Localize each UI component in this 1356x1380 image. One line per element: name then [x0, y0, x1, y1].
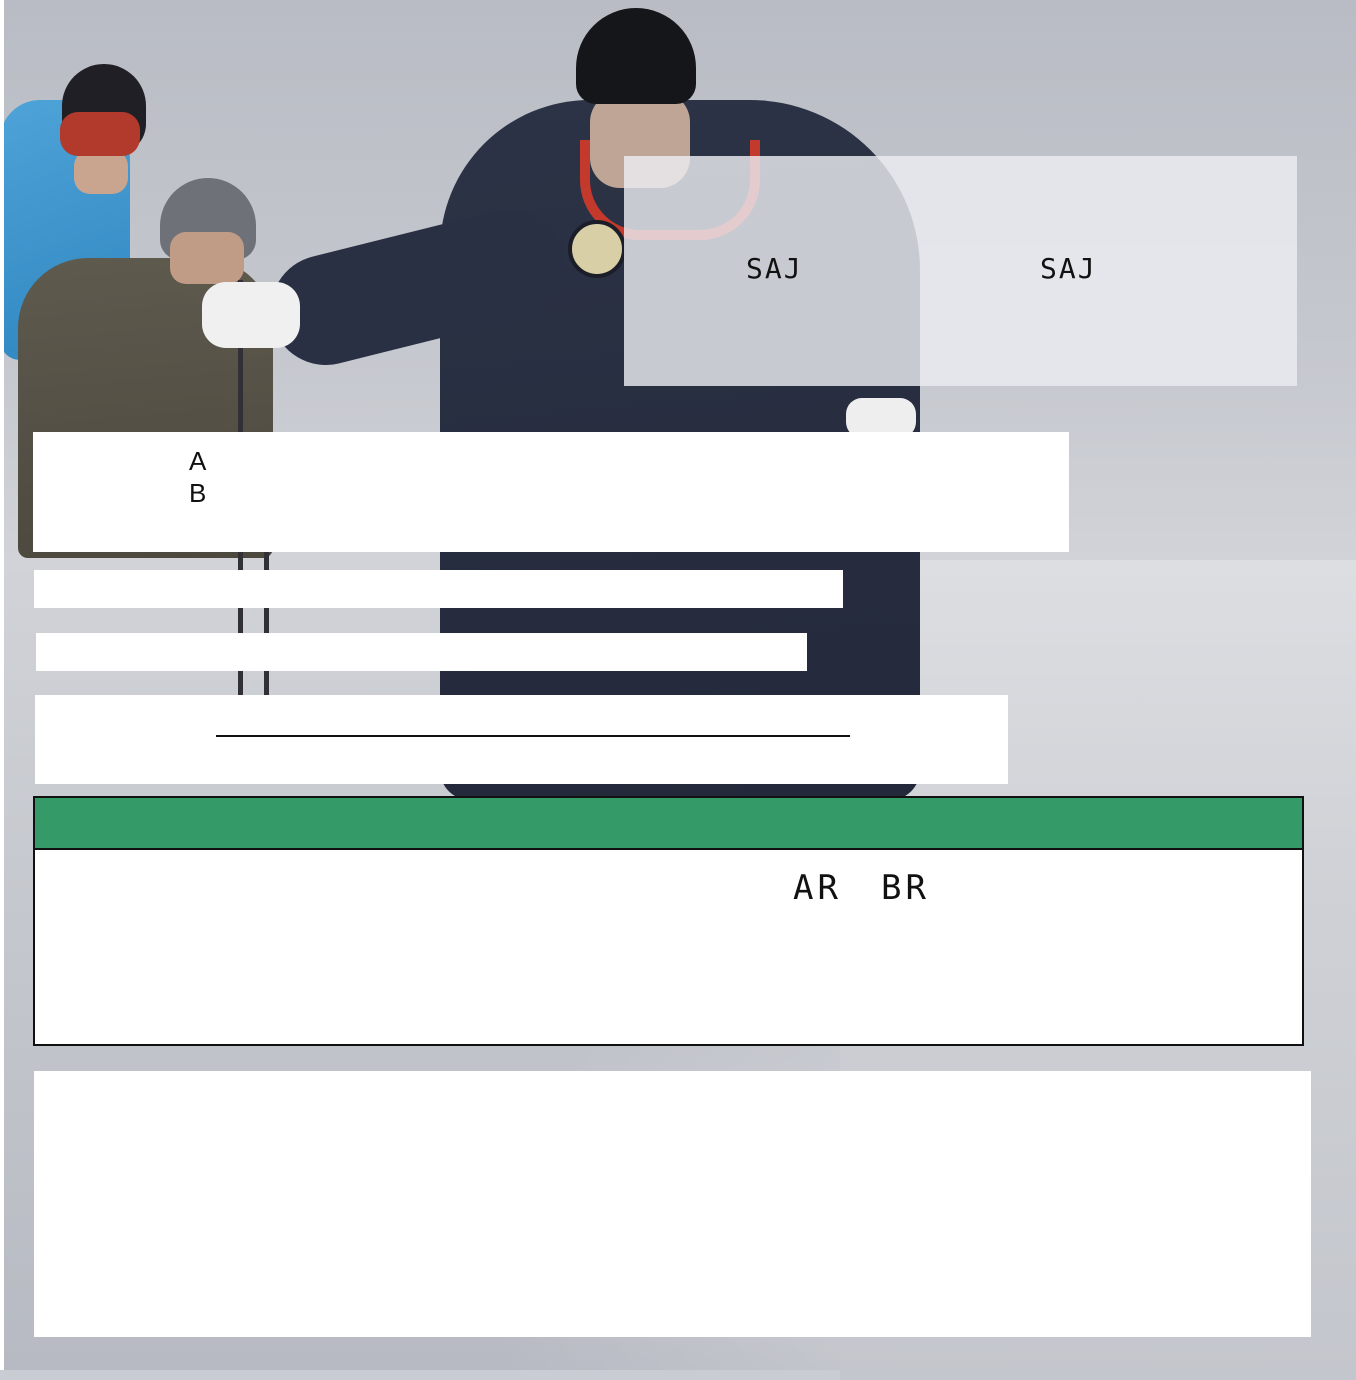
- info-bar: [36, 633, 807, 671]
- level-panel: AR BR: [33, 796, 1304, 1046]
- level-br-label: BR: [881, 868, 930, 908]
- instructor-hat: [576, 8, 696, 104]
- page-edge: [0, 0, 4, 1370]
- skier-blue-goggles: [60, 112, 140, 156]
- course-b-label: B: [189, 478, 207, 508]
- skier-brown-face: [170, 232, 244, 284]
- info-bar: [34, 570, 843, 608]
- level-panel-header: [35, 798, 1302, 850]
- notes-box: [34, 1071, 1311, 1337]
- level-ar-label: AR: [793, 868, 842, 908]
- heading-saj-right: SAJ: [1040, 252, 1097, 285]
- entry-underline: [216, 735, 850, 737]
- heading-panel: SAJ SAJ: [624, 156, 1297, 386]
- heading-saj-left: SAJ: [746, 252, 803, 285]
- skier-blue-face: [74, 150, 128, 194]
- entry-box: [35, 695, 1008, 784]
- course-a-label: A: [189, 446, 207, 476]
- instructor-glove: [202, 282, 300, 348]
- instructor-badge: [568, 220, 626, 278]
